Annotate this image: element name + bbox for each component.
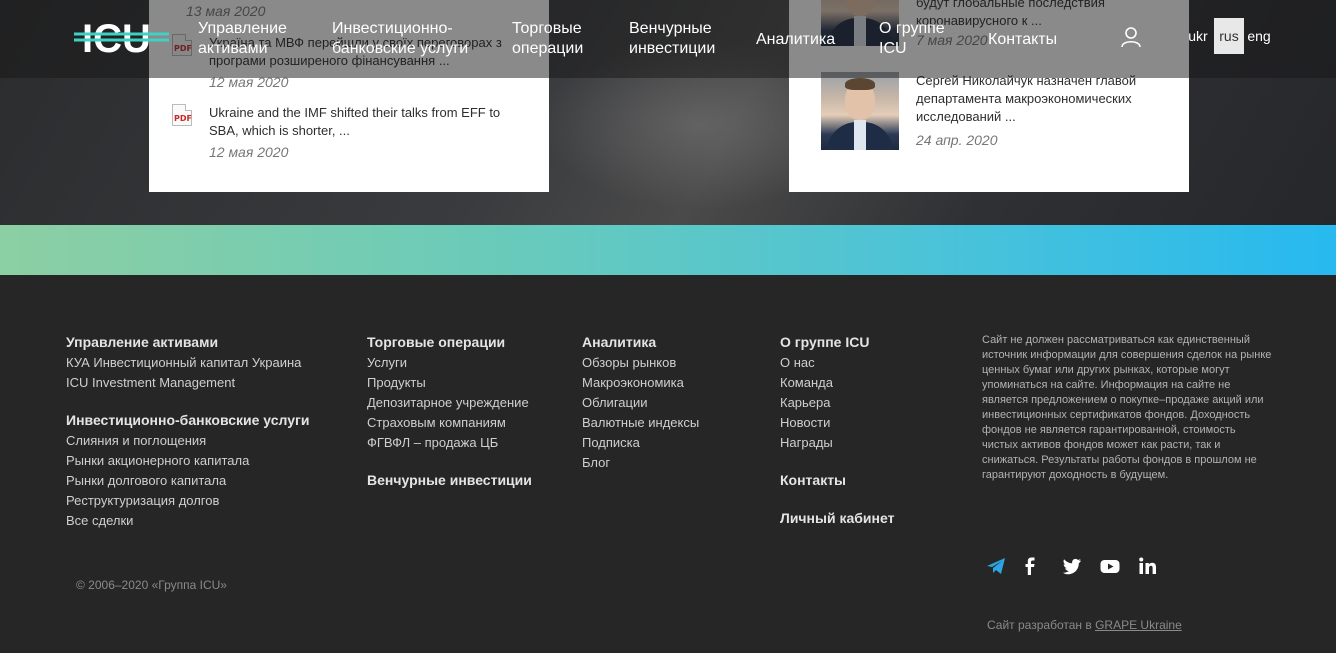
- footer-link[interactable]: Реструктуризация долгов: [66, 493, 219, 508]
- user-icon[interactable]: [1120, 26, 1142, 48]
- footer-link[interactable]: Новости: [780, 415, 830, 430]
- lang-rus[interactable]: rus: [1214, 18, 1244, 54]
- footer-link[interactable]: ФГВФЛ – продажа ЦБ: [367, 435, 498, 450]
- nav-analytics[interactable]: Аналитика: [756, 30, 835, 50]
- footer-link[interactable]: Макроэкономика: [582, 375, 684, 390]
- nav-investment-banking[interactable]: Инвестиционно-банковские услуги: [332, 19, 468, 59]
- footer-heading-trading[interactable]: Торговые операции: [367, 334, 505, 350]
- lang-ukr[interactable]: ukr: [1184, 18, 1212, 54]
- footer-link[interactable]: Слияния и поглощения: [66, 433, 206, 448]
- footer-link[interactable]: Награды: [780, 435, 833, 450]
- footer-disclaimer: Сайт не должен рассматриваться как единс…: [982, 334, 1272, 481]
- footer-heading-analytics[interactable]: Аналитика: [582, 334, 656, 350]
- site-header: ICU Управление активами Инвестиционно-бан…: [0, 0, 1336, 78]
- svg-text:ICU: ICU: [82, 18, 151, 58]
- footer-link[interactable]: Команда: [780, 375, 833, 390]
- facebook-icon[interactable]: [1019, 555, 1041, 577]
- gradient-band: [0, 225, 1336, 275]
- footer-link[interactable]: Рынки долгового капитала: [66, 473, 226, 488]
- footer-link[interactable]: Облигации: [582, 395, 647, 410]
- copyright: © 2006–2020 «Группа ICU»: [76, 578, 227, 592]
- footer-heading-investment-banking[interactable]: Инвестиционно-банковские услуги: [66, 412, 309, 428]
- news-photo[interactable]: [821, 72, 899, 150]
- developer-credit: Сайт разработан в GRAPE Ukraine: [987, 618, 1182, 632]
- footer-link[interactable]: КУА Инвестиционный капитал Украина: [66, 355, 301, 370]
- publication-title[interactable]: Ukraine and the IMF shifted their talks …: [209, 104, 529, 140]
- footer-link[interactable]: Депозитарное учреждение: [367, 395, 529, 410]
- footer-heading-account[interactable]: Личный кабинет: [780, 510, 894, 526]
- footer-link[interactable]: Рынки акционерного капитала: [66, 453, 249, 468]
- news-title[interactable]: Сергей Николайчук назначен главой департ…: [916, 72, 1176, 126]
- footer-heading-about[interactable]: О группе ICU: [780, 334, 869, 350]
- footer-link[interactable]: Карьера: [780, 395, 831, 410]
- footer-link[interactable]: Валютные индексы: [582, 415, 699, 430]
- footer-link[interactable]: ICU Investment Management: [66, 375, 235, 390]
- footer-link[interactable]: Обзоры рынков: [582, 355, 676, 370]
- nav-trading[interactable]: Торговые операции: [512, 19, 583, 59]
- developer-link[interactable]: GRAPE Ukraine: [1095, 618, 1182, 632]
- icu-logo[interactable]: ICU: [74, 18, 174, 58]
- nav-asset-management[interactable]: Управление активами: [198, 19, 287, 59]
- footer-link[interactable]: Услуги: [367, 355, 407, 370]
- nav-about[interactable]: О группе ICU: [879, 19, 945, 59]
- footer-link[interactable]: Подписка: [582, 435, 640, 450]
- footer-link[interactable]: Все сделки: [66, 513, 133, 528]
- footer-heading-contacts[interactable]: Контакты: [780, 472, 846, 488]
- linkedin-icon[interactable]: [1137, 555, 1159, 577]
- youtube-icon[interactable]: [1099, 555, 1121, 577]
- news-date: 24 апр. 2020: [916, 132, 998, 148]
- pdf-icon: PDF: [172, 104, 192, 126]
- lang-eng[interactable]: eng: [1245, 18, 1273, 54]
- nav-venture[interactable]: Венчурные инвестиции: [629, 19, 715, 59]
- footer-heading-asset-management[interactable]: Управление активами: [66, 334, 218, 350]
- footer-heading-venture[interactable]: Венчурные инвестиции: [367, 472, 532, 488]
- footer-link[interactable]: Блог: [582, 455, 610, 470]
- nav-contacts[interactable]: Контакты: [988, 30, 1057, 50]
- telegram-icon[interactable]: [985, 555, 1007, 577]
- twitter-icon[interactable]: [1061, 555, 1083, 577]
- footer-link[interactable]: Продукты: [367, 375, 426, 390]
- publication-date: 12 мая 2020: [209, 144, 289, 160]
- footer-link[interactable]: Страховым компаниям: [367, 415, 506, 430]
- footer-link[interactable]: О нас: [780, 355, 815, 370]
- site-footer: Управление активами КУА Инвестиционный к…: [0, 275, 1336, 653]
